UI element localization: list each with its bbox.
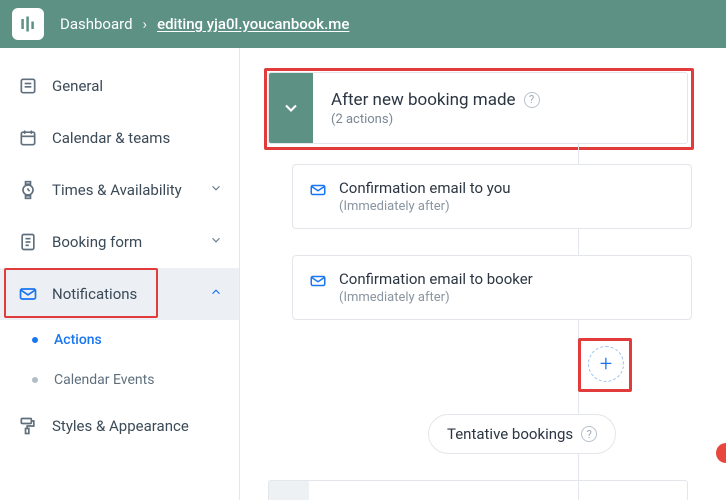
breadcrumb: Dashboard › editing yja0l.youcanbook.me — [60, 15, 349, 33]
logo[interactable] — [12, 8, 44, 40]
action-sub: (Immediately after) — [339, 199, 511, 214]
sidebar-sub-calendar-events[interactable]: Calendar Events — [0, 360, 239, 400]
sidebar-sub-label: Calendar Events — [54, 372, 154, 388]
dot-icon — [32, 337, 38, 343]
chevron-up-icon — [209, 285, 223, 303]
sidebar-item-booking-form[interactable]: Booking form — [0, 216, 239, 268]
mail-icon — [309, 272, 327, 294]
paint-roller-icon — [16, 416, 40, 436]
logo-icon — [18, 14, 38, 34]
chevron-down-icon — [281, 98, 301, 118]
sidebar-item-label: Times & Availability — [52, 181, 182, 199]
sidebar-sub-label: Actions — [54, 332, 102, 348]
action-sub: (Immediately after) — [339, 290, 533, 305]
general-icon — [16, 76, 40, 96]
sidebar-item-calendar-teams[interactable]: Calendar & teams — [0, 112, 239, 164]
section-count: (2 actions) — [331, 112, 540, 127]
sidebar-item-label: Booking form — [52, 233, 142, 251]
sidebar-item-label: Calendar & teams — [52, 129, 170, 147]
sidebar-item-label: Styles & Appearance — [52, 417, 189, 435]
plus-icon: + — [600, 352, 612, 377]
topbar: Dashboard › editing yja0l.youcanbook.me — [0, 0, 726, 48]
section-text: After new booking made ? (2 actions) — [313, 90, 540, 127]
chip-label: Tentative bookings — [447, 425, 573, 443]
chevron-down-icon — [209, 181, 223, 199]
add-action-button[interactable]: + — [588, 346, 624, 382]
watch-icon — [16, 180, 40, 200]
breadcrumb-dashboard[interactable]: Dashboard — [60, 15, 133, 33]
sidebar-item-notifications[interactable]: Notifications — [0, 268, 239, 320]
status-dot — [716, 443, 726, 463]
sidebar-item-general[interactable]: General — [0, 60, 239, 112]
main: General Calendar & teams Times & Availab… — [0, 48, 726, 500]
sidebar-item-label: Notifications — [52, 285, 137, 303]
expand-toggle[interactable] — [269, 481, 309, 500]
sidebar: General Calendar & teams Times & Availab… — [0, 48, 240, 500]
dot-icon — [32, 377, 38, 383]
sidebar-subitems: Actions Calendar Events — [0, 320, 239, 400]
section-title: After new booking made — [331, 90, 516, 110]
mail-icon — [16, 284, 40, 304]
breadcrumb-editing[interactable]: editing yja0l.youcanbook.me — [157, 15, 349, 33]
calendar-icon — [16, 128, 40, 148]
sidebar-item-styles[interactable]: Styles & Appearance — [0, 400, 239, 452]
section-rescheduled[interactable]: If booking rescheduled — [268, 480, 688, 500]
sidebar-item-times[interactable]: Times & Availability — [0, 164, 239, 216]
tentative-bookings-chip[interactable]: Tentative bookings ? — [428, 414, 616, 454]
sidebar-sub-actions[interactable]: Actions — [0, 320, 239, 360]
chevron-right-icon: › — [143, 15, 148, 33]
timeline: Confirmation email to you (Immediately a… — [268, 164, 726, 454]
action-card-conf-booker[interactable]: Confirmation email to booker (Immediatel… — [292, 255, 692, 320]
action-title: Confirmation email to you — [339, 179, 511, 197]
expand-toggle[interactable] — [269, 73, 313, 143]
help-icon[interactable]: ? — [581, 426, 597, 442]
action-title: Confirmation email to booker — [339, 270, 533, 288]
action-card-conf-you[interactable]: Confirmation email to you (Immediately a… — [292, 164, 692, 229]
mail-icon — [309, 181, 327, 203]
section-new-booking[interactable]: After new booking made ? (2 actions) — [268, 72, 688, 144]
help-icon[interactable]: ? — [524, 92, 540, 108]
form-icon — [16, 232, 40, 252]
sidebar-item-label: General — [52, 77, 103, 95]
chevron-down-icon — [209, 233, 223, 251]
content: After new booking made ? (2 actions) Con… — [240, 48, 726, 500]
